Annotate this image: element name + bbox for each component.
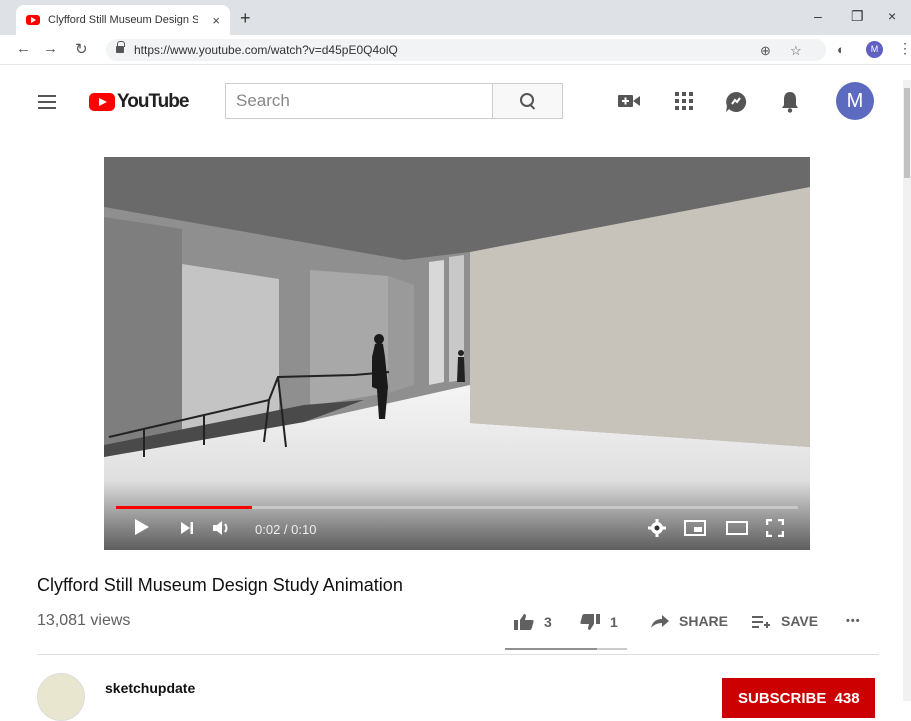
search-button[interactable] — [492, 84, 562, 118]
divider — [37, 654, 879, 655]
reload-icon[interactable]: ↻ — [75, 40, 88, 58]
progress-bar[interactable] — [116, 506, 798, 509]
browser-tab-strip: Clyfford Still Museum Design Stu × + – ❐… — [0, 0, 911, 35]
youtube-favicon-icon — [26, 15, 40, 25]
channel-avatar[interactable] — [37, 673, 85, 721]
video-player[interactable]: 0:02 / 0:10 — [104, 157, 810, 550]
tab-close-icon[interactable]: × — [212, 13, 220, 28]
restore-button[interactable]: ❐ — [851, 8, 864, 25]
share-label: SHARE — [679, 613, 729, 629]
more-dots-icon: ••• — [846, 615, 861, 627]
browser-tab[interactable]: Clyfford Still Museum Design Stu × — [16, 5, 230, 35]
profile-avatar[interactable]: M — [866, 41, 883, 58]
extension-icon[interactable]: ◐ — [837, 42, 845, 57]
like-count: 3 — [544, 614, 552, 630]
url-text[interactable]: https://www.youtube.com/watch?v=d45pE0Q4… — [134, 43, 398, 57]
controls-gradient — [104, 480, 810, 550]
zoom-icon[interactable]: ⊕ — [760, 43, 771, 59]
youtube-logo[interactable]: YouTube — [89, 91, 189, 113]
time-display: 0:02 / 0:10 — [255, 522, 317, 537]
minimize-button[interactable]: – — [814, 8, 822, 24]
subscribe-button[interactable]: SUBSCRIBE 438 — [722, 678, 875, 718]
subscribe-label: SUBSCRIBE — [738, 690, 827, 707]
like-button[interactable]: 3 — [513, 613, 552, 631]
search-box — [225, 83, 563, 119]
scrollbar-thumb[interactable] — [904, 88, 910, 178]
back-arrow-icon[interactable]: ← — [16, 40, 31, 57]
thumbs-down-icon — [580, 614, 600, 630]
create-video-icon[interactable] — [617, 91, 641, 111]
youtube-masthead: YouTube M — [0, 65, 911, 133]
lock-icon — [116, 41, 125, 54]
search-input[interactable] — [226, 84, 492, 118]
sentiment-bar — [505, 648, 627, 650]
share-arrow-icon — [651, 615, 669, 628]
view-count: 13,081 views — [37, 612, 131, 629]
more-actions-button[interactable]: ••• — [846, 615, 861, 627]
thumbs-up-icon — [514, 614, 534, 630]
share-button[interactable]: SHARE — [650, 613, 728, 629]
progress-fill — [116, 506, 253, 509]
play-icon[interactable] — [134, 518, 150, 536]
search-icon — [519, 93, 536, 109]
guide-menu-icon[interactable] — [38, 95, 56, 109]
settings-gear-icon[interactable] — [648, 519, 666, 537]
subscriber-count: 438 — [834, 690, 860, 707]
address-bar[interactable]: https://www.youtube.com/watch?v=d45pE0Q4… — [106, 39, 826, 61]
save-label: SAVE — [781, 613, 819, 629]
tab-title: Clyfford Still Museum Design Stu — [48, 14, 198, 26]
miniplayer-icon[interactable] — [684, 520, 706, 536]
notifications-bell-icon[interactable] — [780, 91, 800, 113]
add-to-playlist-icon — [752, 616, 770, 628]
theater-mode-icon[interactable] — [726, 521, 748, 535]
account-avatar[interactable]: M — [836, 82, 874, 120]
like-ratio-fill — [505, 648, 597, 650]
next-icon[interactable] — [180, 521, 194, 535]
bookmark-star-icon[interactable]: ☆ — [790, 43, 802, 59]
save-button[interactable]: SAVE — [751, 613, 818, 629]
apps-grid-icon[interactable] — [674, 91, 694, 111]
browser-toolbar: ← → ↻ https://www.youtube.com/watch?v=d4… — [0, 35, 911, 65]
youtube-wordmark: YouTube — [117, 91, 189, 112]
dislike-button[interactable]: 1 — [579, 613, 618, 631]
browser-menu-icon[interactable]: ⋮ — [898, 40, 911, 57]
video-title: Clyfford Still Museum Design Study Anima… — [37, 575, 403, 595]
new-tab-button[interactable]: + — [240, 9, 251, 27]
messages-icon[interactable] — [725, 91, 747, 113]
channel-name[interactable]: sketchupdate — [105, 680, 195, 696]
page-scrollbar[interactable] — [903, 80, 911, 701]
fullscreen-icon[interactable] — [766, 519, 784, 537]
dislike-count: 1 — [610, 614, 618, 630]
window-close-button[interactable]: × — [888, 8, 896, 24]
volume-icon[interactable] — [212, 520, 232, 536]
youtube-play-logo-icon — [89, 93, 115, 111]
forward-arrow-icon[interactable]: → — [43, 40, 58, 57]
